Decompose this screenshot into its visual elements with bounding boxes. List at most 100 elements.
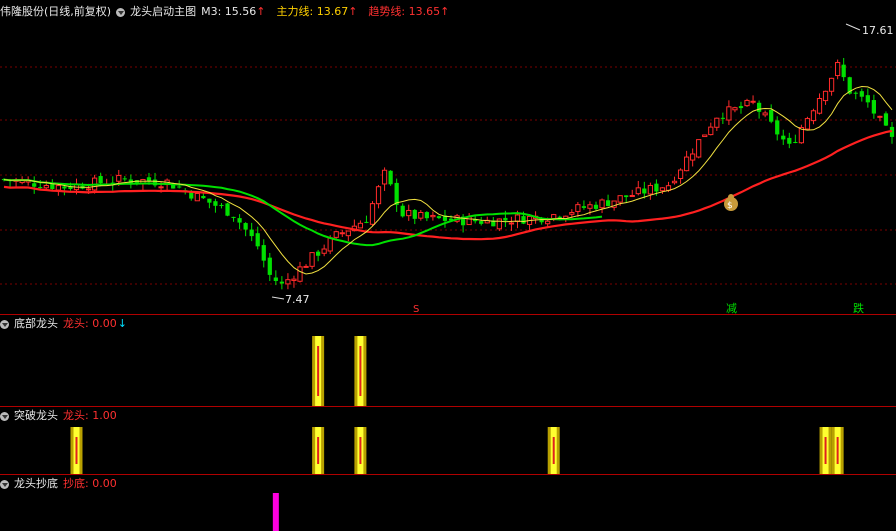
candle-body	[635, 187, 641, 195]
candle-body	[201, 196, 206, 199]
candle-body	[871, 100, 876, 114]
candle-body	[225, 203, 230, 216]
signal-bar-line	[552, 437, 555, 464]
candle-body	[479, 221, 484, 224]
candle-body	[62, 186, 67, 189]
candle-body	[297, 266, 303, 282]
candle-body	[738, 106, 744, 109]
signal-bar-line	[824, 437, 827, 464]
candle-body	[285, 279, 291, 285]
candle-body	[32, 183, 37, 187]
candle-body	[406, 209, 412, 217]
bottom-fishing-dropdown-icon[interactable]	[0, 479, 9, 489]
signal-bar-line	[317, 437, 320, 464]
breakout-dragon-header: 突破龙头 龙头: 1.00	[0, 408, 117, 424]
candle-body	[677, 169, 684, 179]
main-header: 伟隆股份(日线,前复权) 龙头启动主图 M3: 15.56 ↑ 主力线: 13.6…	[0, 4, 449, 20]
candle-body	[122, 178, 127, 180]
candles	[1, 57, 895, 290]
candle-body	[213, 201, 218, 206]
candle-body	[237, 218, 242, 223]
candle-body	[521, 216, 526, 224]
low-price-label: 7.47	[285, 293, 310, 306]
signal-bar-line	[359, 346, 362, 396]
money-bag-icon: $	[724, 194, 738, 211]
signal-die: 跌	[853, 301, 864, 315]
candle-body	[381, 169, 388, 185]
candle-body	[514, 214, 521, 222]
candle-body	[158, 186, 164, 189]
indicator-name[interactable]: 龙头启动主图	[130, 4, 196, 20]
candle-body	[55, 185, 61, 191]
down-arrow-icon: ↓	[117, 317, 127, 330]
bottom-dragon-value: 龙头: 0.00	[63, 317, 117, 330]
candle-body	[756, 102, 762, 112]
high-price-label: 17.61	[862, 24, 894, 37]
candle-body	[261, 245, 266, 261]
bottom-dragon-title[interactable]: 底部龙头	[14, 316, 58, 332]
breakout-dragon-title[interactable]: 突破龙头	[14, 408, 58, 424]
candle-body	[545, 220, 551, 225]
candle-body	[345, 230, 351, 237]
signal-bar	[272, 493, 279, 531]
candle-body	[828, 77, 835, 92]
signal-bar-line	[317, 346, 320, 396]
candle-body	[496, 218, 502, 230]
signal-jian: 减	[726, 302, 737, 315]
candle-body	[877, 115, 883, 118]
bottom-dragon-bars	[312, 336, 367, 406]
candle-body	[394, 182, 399, 205]
candle-body	[762, 112, 768, 116]
m3-up-arrow-icon: ↑	[256, 5, 266, 18]
candle-body	[303, 265, 309, 268]
candle-body	[309, 252, 315, 267]
candle-body	[219, 204, 224, 206]
m3-label: M3: 15.56	[201, 5, 257, 18]
bottom-fishing-title[interactable]: 龙头抄底	[14, 476, 58, 492]
candle-body	[593, 204, 599, 209]
candle-body	[744, 99, 750, 107]
candle-body	[249, 229, 254, 237]
candle-body	[430, 214, 436, 218]
candle-body	[883, 113, 889, 126]
bottom-dragon-header: 底部龙头 龙头: 0.00 ↓	[0, 316, 127, 332]
breakout-dragon-bars	[70, 427, 844, 474]
candle-body	[273, 277, 278, 281]
candle-body	[822, 90, 829, 102]
svg-text:$: $	[727, 201, 733, 211]
candle-body	[732, 107, 738, 111]
candle-body	[835, 62, 841, 77]
candle-body	[375, 186, 382, 205]
candle-body	[865, 95, 870, 103]
bottom-dragon-dropdown-icon[interactable]	[0, 319, 9, 329]
candle-body	[327, 237, 333, 252]
main-force-up-arrow-icon: ↑	[348, 5, 358, 18]
candle-body	[708, 126, 714, 136]
trend-label: 趋势线: 13.65	[368, 5, 441, 18]
breakout-dragon-dropdown-icon[interactable]	[0, 411, 9, 421]
candle-body	[321, 248, 327, 254]
high-marker: 17.61	[845, 23, 894, 37]
candle-body	[726, 106, 732, 121]
candle-body	[369, 203, 376, 225]
main-force-label: 主力线: 13.67	[276, 5, 349, 18]
candle-body	[750, 100, 756, 103]
candle-body	[720, 117, 725, 119]
candle-body	[714, 117, 720, 128]
candle-body	[357, 222, 364, 229]
candle-body	[116, 174, 122, 182]
candle-body	[98, 176, 103, 184]
candle-body	[255, 233, 260, 247]
settings-dropdown-icon[interactable]	[116, 7, 126, 17]
candle-body	[364, 221, 369, 223]
kline-chart[interactable]: 17.61 7.47 $ S 减 跌	[0, 0, 896, 531]
candle-body	[629, 194, 635, 197]
panel-separators	[0, 314, 896, 475]
candle-body	[696, 139, 702, 158]
candle-body	[575, 204, 581, 212]
bottom-fishing-header: 龙头抄底 抄底: 0.00	[0, 476, 117, 492]
candle-body	[787, 137, 792, 144]
signal-bar-line	[836, 437, 839, 464]
candle-body	[859, 91, 864, 97]
candle-body	[424, 212, 429, 219]
